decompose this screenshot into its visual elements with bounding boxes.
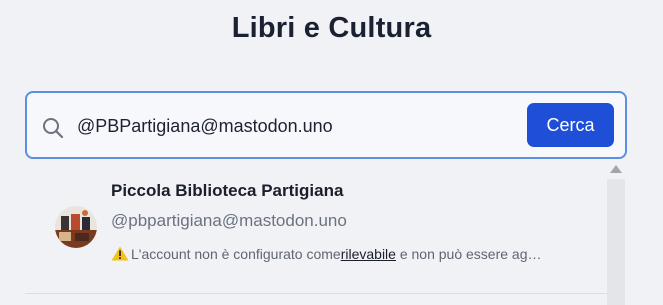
search-icon [41, 116, 65, 140]
scrollbar-track[interactable] [607, 179, 625, 305]
result-handle: @pbpartigiana@mastodon.uno [111, 211, 347, 230]
warning-text-prefix: L'account non è configurato come [131, 246, 341, 262]
discoverability-warning: L'account non è configurato comerilevabi… [111, 246, 581, 262]
search-button[interactable]: Cerca [527, 103, 614, 147]
results-list: Piccola Biblioteca Partigiana @pbpartigi… [25, 159, 607, 305]
scrollbar[interactable] [607, 159, 625, 305]
result-name: Piccola Biblioteca Partigiana [111, 181, 344, 200]
scroll-up-arrow-icon[interactable] [610, 165, 622, 173]
page: Libri e Cultura Cerca [0, 0, 663, 305]
search-bar: Cerca [25, 91, 627, 159]
discoverable-link[interactable]: rilevabile [341, 246, 396, 262]
list-item[interactable]: Piccola Biblioteca Partigiana @pbpartigi… [25, 159, 607, 295]
search-input[interactable] [77, 110, 517, 142]
page-title: Libri e Cultura [231, 12, 432, 44]
warning-icon [111, 246, 129, 261]
warning-text-suffix: e non può essere ag… [395, 246, 542, 262]
avatar [55, 206, 97, 248]
divider [25, 293, 607, 294]
